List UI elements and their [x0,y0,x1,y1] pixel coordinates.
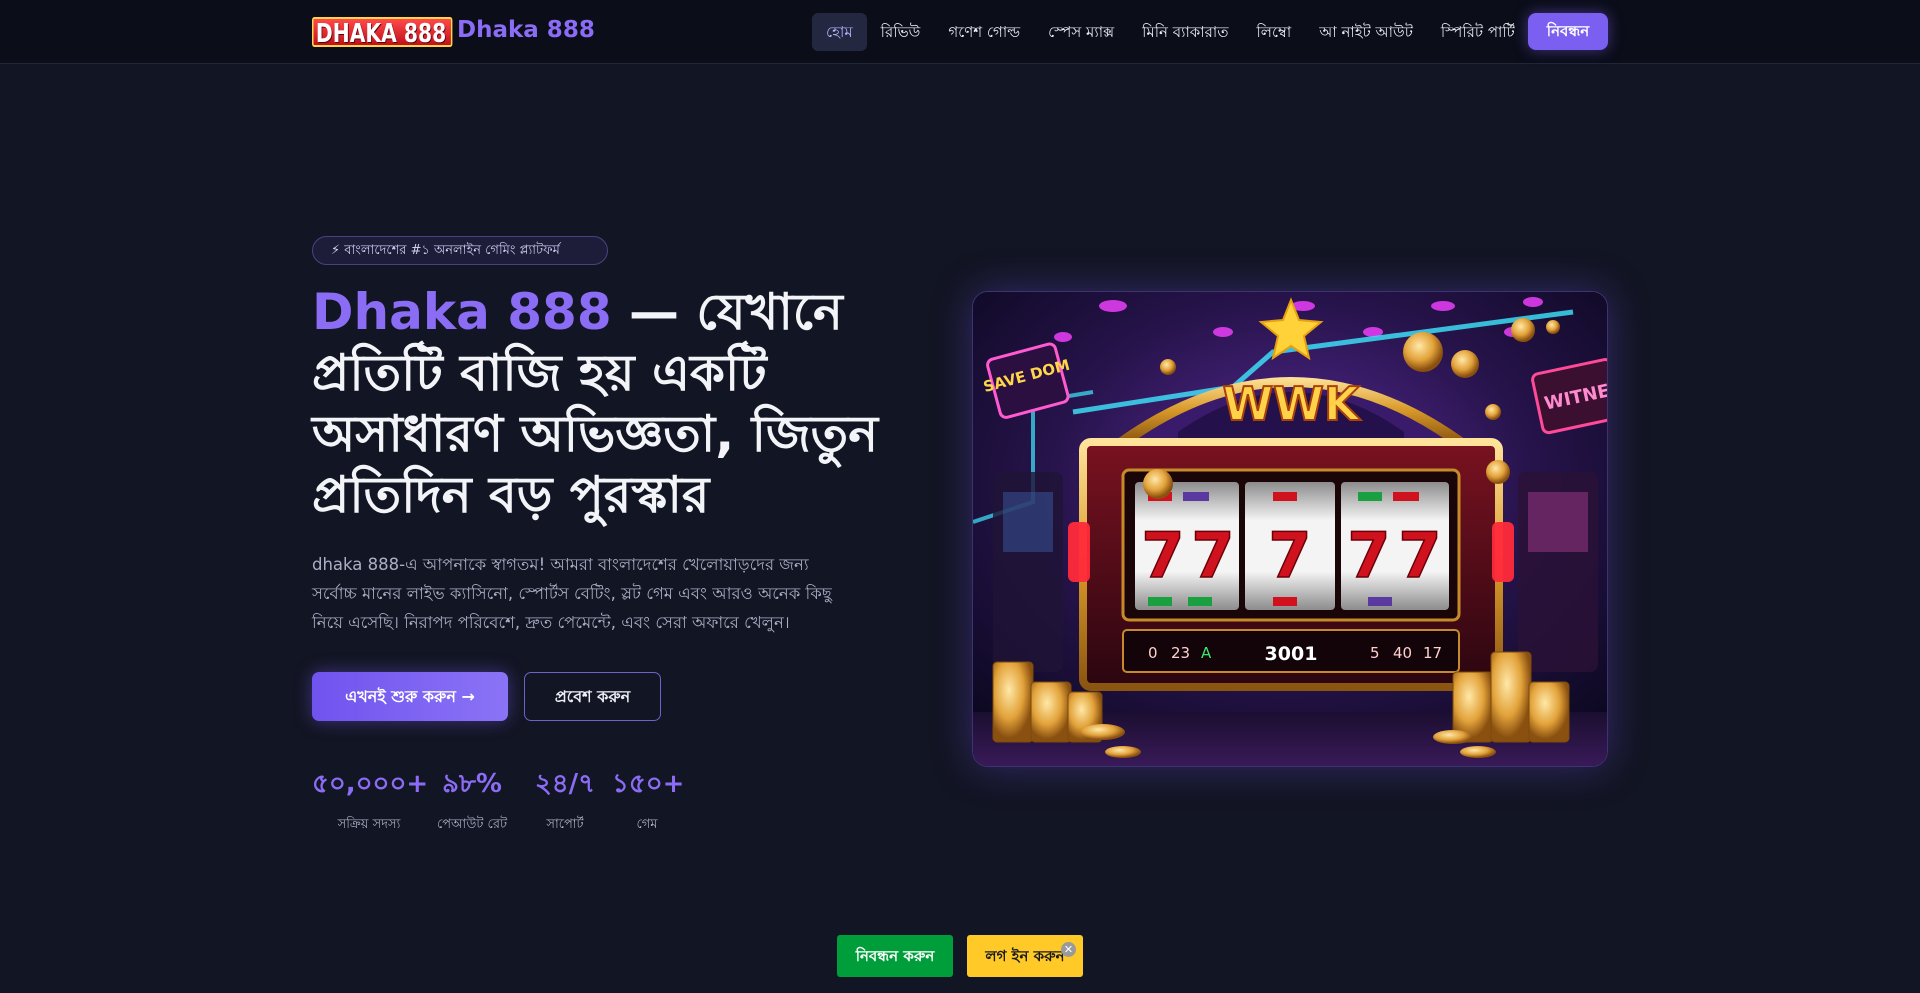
nav-item-spirit-party[interactable]: স্পিরিট পার্টি [1427,13,1529,51]
reel-symbol: 7 [1268,519,1311,592]
stat-label: সক্রিয় সদস্য [337,817,401,832]
hero-title-brand: Dhaka 888 [312,283,612,341]
stat-payout: ৯৮% পেআউট রেট [426,763,518,836]
display-center: 3001 [1265,643,1318,665]
reel-symbol: 7 [1191,519,1234,592]
sticky-auth-bar: নিবন্ধন করুন লগ ইন করুন ✕ [837,935,1083,977]
stats-row: ৫০,০০০+ সক্রিয় সদস্য ৯৮% পেআউট রেট ২৪/৭… [312,763,685,836]
logo[interactable]: DHAKA 888 Dhaka 888 [312,16,595,49]
logo-badge: DHAKA 888 [312,17,453,49]
stat-members: ৫০,০০০+ সক্রিয় সদস্য [312,763,429,836]
login-button[interactable]: লগ ইন করুন ✕ [967,935,1083,977]
reel-symbol: 7 [1398,519,1441,592]
nav-item-ganesh-gold[interactable]: গণেশ গোল্ড [934,13,1034,51]
stat-value: ৯৮% [442,769,502,799]
site-header: DHAKA 888 Dhaka 888 হোম রিভিউ গণেশ গোল্ড… [0,0,1920,64]
hero-badge: ⚡ বাংলাদেশের #১ অনলাইন গেমিং প্ল্যাটফর্ম [312,236,608,265]
stat-value: ৫০,০০০+ [312,769,429,799]
reel-symbol: 7 [1141,519,1184,592]
display-left-2: A [1201,644,1212,662]
main-nav: হোম রিভিউ গণেশ গোল্ড স্পেস ম্যাক্স মিনি … [812,13,1529,51]
stat-support: ২৪/৭ সাপোর্ট [518,763,612,836]
display-right-0: 5 [1370,644,1380,662]
nav-item-limbo[interactable]: লিম্বো [1243,13,1306,51]
display-left-0: 0 [1148,644,1158,662]
stat-games: ১৫০+ গেম [612,763,685,836]
nav-item-home[interactable]: হোম [812,13,867,51]
hero-slot-machine-image: SAVE DOM WITNE WWK 7 7 7 7 7 0 23 A 5 40… [972,291,1608,767]
stat-label: পেআউট রেট [436,817,508,832]
marquee-text: WWK [1222,377,1361,431]
reel-symbol: 7 [1347,519,1390,592]
nav-item-space-max[interactable]: স্পেস ম্যাক্স [1034,13,1128,51]
register-button[interactable]: নিবন্ধন করুন [837,935,953,977]
stat-label: সাপোর্ট [546,817,584,832]
nav-item-mini-baccarat[interactable]: মিনি ব্যাকারাত [1128,13,1242,51]
logo-text: Dhaka 888 [457,17,595,43]
display-right-2: 17 [1423,644,1442,662]
close-icon[interactable]: ✕ [1061,942,1076,957]
hero-description: dhaka 888-এ আপনাকে স্বাগতম! আমরা বাংলাদে… [312,555,832,632]
nav-item-review[interactable]: রিভিউ [867,13,935,51]
stat-label: গেম [636,817,658,832]
login-button-label: লগ ইন করুন [985,947,1065,965]
stat-value: ২৪/৭ [534,769,596,799]
hero-title: Dhaka 888 — যেখানে প্রতিটি বাজি হয় একটি… [312,282,952,526]
start-now-button[interactable]: এখনই শুরু করুন → [312,672,508,721]
register-nav-button[interactable]: নিবন্ধন [1528,13,1608,50]
nav-item-a-night-out[interactable]: আ নাইট আউট [1305,13,1427,51]
stat-value: ১৫০+ [612,769,685,799]
display-right-1: 40 [1393,644,1412,662]
enter-button[interactable]: প্রবেশ করুন [524,672,661,721]
display-left-1: 23 [1171,644,1190,662]
